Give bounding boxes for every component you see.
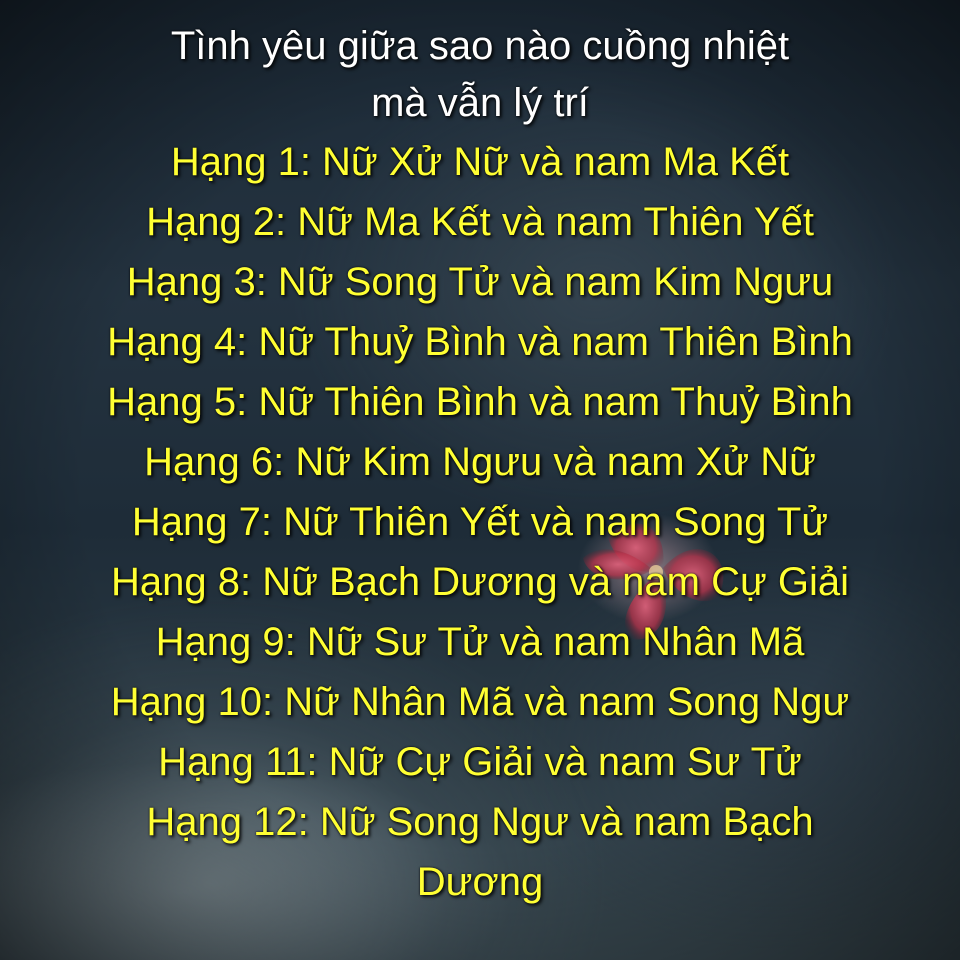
ranking-item-7: Hạng 7: Nữ Thiên Yết và nam Song Tử [131,500,829,544]
ranking-item-12-line-1: Hạng 12: Nữ Song Ngư và nam Bạch [146,800,814,844]
text-content: Tình yêu giữa sao nào cuồng nhiệt mà vẫn… [0,18,960,912]
ranking-item-4: Hạng 4: Nữ Thuỷ Bình và nam Thiên Bình [107,320,853,364]
ranking-item-11: Hạng 11: Nữ Cự Giải và nam Sư Tử [158,740,802,784]
ranking-item-12-line-2: Dương [416,860,544,904]
ranking-item-1: Hạng 1: Nữ Xử Nữ và nam Ma Kết [170,140,790,184]
title-line-2: mà vẫn lý trí [371,81,589,125]
ranking-item-8: Hạng 8: Nữ Bạch Dương và nam Cự Giải [111,560,849,604]
ranking-item-2: Hạng 2: Nữ Ma Kết và nam Thiên Yết [146,200,814,244]
ranking-item-9: Hạng 9: Nữ Sư Tử và nam Nhân Mã [155,620,805,664]
ranking-item-10: Hạng 10: Nữ Nhân Mã và nam Song Ngư [110,680,850,724]
ranking-item-6: Hạng 6: Nữ Kim Ngưu và nam Xử Nữ [144,440,816,484]
ranking-item-3: Hạng 3: Nữ Song Tử và nam Kim Ngưu [126,260,834,304]
ranking-item-5: Hạng 5: Nữ Thiên Bình và nam Thuỷ Bình [107,380,853,424]
title-line-1: Tình yêu giữa sao nào cuồng nhiệt [170,24,790,68]
